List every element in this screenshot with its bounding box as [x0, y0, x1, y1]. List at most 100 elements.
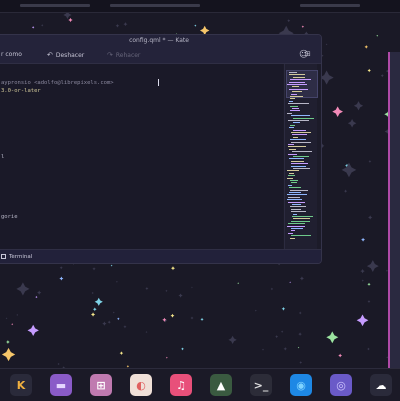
minimap-line: [292, 76, 305, 78]
minimap-line: [288, 153, 297, 155]
text-cursor: [158, 79, 159, 86]
minimap-line: [290, 235, 312, 237]
settings-icon[interactable]: ◎: [330, 374, 352, 396]
wallpaper-sparkle: [115, 23, 120, 28]
wallpaper-sparkle: [332, 106, 344, 118]
minimap-line: [287, 199, 302, 201]
minimap-line: [288, 175, 296, 177]
minimap-line: [288, 146, 306, 148]
wallpaper-sparkle: [92, 307, 97, 312]
wallpaper-sparkle: [123, 325, 127, 329]
music-icon[interactable]: ♫: [170, 374, 192, 396]
kde-connect-icon[interactable]: K: [10, 374, 32, 396]
panel-tray-slot[interactable]: [300, 4, 360, 7]
krita-icon[interactable]: ◐: [130, 374, 152, 396]
files-icon[interactable]: ▬: [50, 374, 72, 396]
editor-line: l: [1, 154, 5, 160]
minimap-line: [292, 168, 310, 169]
minimap-line: [291, 163, 308, 165]
save-as-button[interactable]: r como: [1, 47, 22, 63]
minimap-line: [291, 93, 298, 95]
minimap-line: [287, 112, 293, 114]
minimap-line: [290, 110, 301, 112]
wallpaper-sparkle: [102, 321, 107, 326]
wallpaper-sparkle: [41, 24, 44, 27]
undo-button[interactable]: ↶ Deshacer: [47, 47, 84, 63]
panel-task-slot[interactable]: [20, 4, 90, 7]
wallpaper-sparkle: [325, 43, 328, 46]
minimap-line: [292, 151, 313, 153]
code-editor[interactable]: aypronsio <adolfo@librepixels.com> 3.0-o…: [0, 64, 283, 249]
wallpaper-sparkle: [353, 101, 364, 111]
wallpaper-sparkle: [6, 340, 10, 344]
minimap-line: [287, 170, 299, 172]
wallpaper-sparkle: [90, 312, 96, 317]
minimap[interactable]: ⊟: [284, 50, 318, 249]
wallpaper-sparkle: [123, 22, 128, 27]
wallpaper-sparkle: [170, 266, 176, 271]
browser-icon[interactable]: ◉: [290, 374, 312, 396]
minimap-line: [288, 103, 309, 105]
minimap-line: [288, 120, 310, 121]
wallpaper-sparkle: [116, 317, 120, 321]
editor-line: aypronsio <adolfo@librepixels.com>: [1, 80, 114, 86]
wallpaper-sparkle: [341, 162, 357, 178]
minimap-line: [289, 81, 305, 83]
window-titlebar[interactable]: config.qml * — Kate: [0, 35, 321, 47]
wallpaper-sparkle: [376, 34, 379, 37]
redo-button[interactable]: ↷ Rehacer: [107, 47, 140, 63]
terminal-toggle-icon[interactable]: [1, 254, 6, 259]
terminal-tab[interactable]: Terminal: [9, 250, 32, 263]
wallpaper-sparkle: [281, 307, 286, 311]
image-viewer-icon[interactable]: ▲: [210, 374, 232, 396]
wallpaper-sparkle: [1, 347, 16, 362]
minimap-line: [292, 129, 306, 131]
redo-icon: ↷: [107, 51, 113, 59]
wallpaper-sparkle: [364, 45, 369, 49]
minimap-line: [290, 206, 307, 208]
wallpaper-sparkle: [110, 264, 113, 267]
wallpaper-sparkle: [145, 286, 149, 291]
panel-task-slot[interactable]: [110, 4, 200, 7]
wallpaper-sparkle: [298, 332, 302, 336]
minimap-line: [289, 180, 299, 181]
wallpaper-sparkle: [367, 68, 371, 73]
wallpaper-sparkle: [280, 330, 284, 333]
minimap-line: [291, 204, 301, 205]
wallpaper-sparkle: [165, 289, 168, 292]
minimap-line: [290, 124, 296, 126]
wallpaper-sparkle: [16, 282, 30, 296]
minimap-line: [290, 220, 310, 222]
wallpaper-sparkle: [283, 347, 288, 351]
wallpaper-sparkle: [338, 353, 343, 358]
minimap-line: [290, 189, 309, 191]
window-title: config.qml * — Kate: [129, 37, 189, 44]
wallpaper-sparkle: [91, 291, 94, 295]
wallpaper-sparkle: [170, 313, 175, 318]
wallpaper-sparkle: [112, 311, 115, 314]
wallpaper-sparkle: [107, 320, 111, 324]
minimap-line: [287, 84, 308, 85]
wallpaper-sparkle: [237, 282, 240, 285]
store-icon[interactable]: ⊞: [90, 374, 112, 396]
wallpaper-sparkle: [367, 347, 370, 351]
minimap-line: [292, 136, 298, 138]
wallpaper-sparkle: [360, 269, 365, 274]
minimap-line: [291, 165, 307, 167]
wallpaper-sparkle: [5, 317, 8, 320]
cloud-icon[interactable]: ☁: [370, 374, 392, 396]
wallpaper-sparkle: [368, 215, 373, 220]
terminal-icon[interactable]: >_: [250, 374, 272, 396]
wallpaper-sparkle: [228, 335, 237, 344]
undo-icon: ↶: [47, 51, 53, 59]
minimap-line: [290, 132, 311, 133]
minimap-line: [290, 208, 301, 210]
minimap-line: [288, 72, 297, 73]
side-widget-panel[interactable]: [388, 52, 400, 378]
wallpaper-sparkle: [326, 331, 339, 344]
wallpaper-sparkle: [254, 309, 257, 312]
minimap-line: [292, 117, 314, 119]
split-view-icon[interactable]: ⊟: [305, 50, 311, 58]
wallpaper-sparkle: [35, 295, 38, 299]
wallpaper-sparkle: [367, 282, 371, 286]
